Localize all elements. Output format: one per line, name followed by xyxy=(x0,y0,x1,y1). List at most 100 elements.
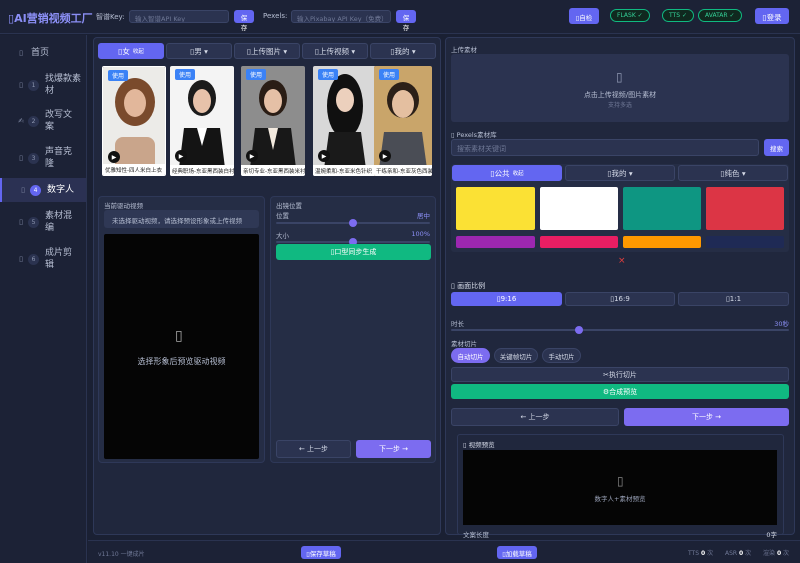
text-length-label: 文案长度 xyxy=(463,531,489,539)
avatar-card[interactable]: 使用 ▶ 优雅知性-四人米白上衣 xyxy=(102,66,166,176)
cut-mode-manual[interactable]: 手动切片 xyxy=(542,348,581,363)
sidebar-item-find[interactable]: ▯ 1 找爆款素材 xyxy=(0,72,86,98)
right-next-step-button[interactable]: 下一步 → xyxy=(624,408,789,426)
execute-cut-button[interactable]: ✂ 执行切片 xyxy=(451,367,789,382)
tab-upload-video[interactable]: ▯ 上传视频 ▾ xyxy=(302,43,368,59)
use-badge[interactable]: 使用 xyxy=(379,69,400,80)
play-icon[interactable]: ▶ xyxy=(246,150,258,162)
upload-text: 点击上传视频/图片素材 xyxy=(583,91,657,99)
tab-upload-image[interactable]: ▯ 上传图片 ▾ xyxy=(234,43,300,59)
color-swatch[interactable] xyxy=(706,187,784,230)
use-badge[interactable]: 使用 xyxy=(246,69,267,80)
driver-video-player[interactable] xyxy=(104,234,259,459)
video-placeholder-icon: ▯ xyxy=(175,328,183,344)
next-step-button[interactable]: 下一步 → xyxy=(356,440,431,458)
pexels-search-input[interactable]: 搜索素材关键词 xyxy=(451,139,759,156)
generate-lipsync-button[interactable]: ▯ 口型同步生成 xyxy=(276,244,431,260)
edit-icon: ✍ xyxy=(18,117,24,125)
play-icon[interactable]: ▶ xyxy=(175,150,187,162)
color-swatch[interactable] xyxy=(456,187,535,230)
size-label: 大小 xyxy=(276,232,289,240)
sidebar-item-voice[interactable]: ▯ 3 声音克隆 xyxy=(0,145,86,171)
avatar-card[interactable]: 使用 ▶ 温婉柔和-东亚米色针织 xyxy=(313,66,377,176)
driver-title: 当前驱动视频 xyxy=(104,202,143,210)
text-length-value: 0字 xyxy=(766,531,777,539)
scissors-icon: ▯ xyxy=(19,255,23,263)
mic-icon: ▯ xyxy=(19,154,23,162)
save-key-button[interactable]: 保存 xyxy=(234,10,254,32)
right-prev-step-button[interactable]: ← 上一步 xyxy=(451,408,619,426)
close-icon[interactable]: × xyxy=(618,256,626,266)
avatar-card[interactable]: 使用 ▶ 干练亲和-东亚灰色西装 xyxy=(374,66,432,176)
tab-public[interactable]: ▯ 公共 收起 xyxy=(452,165,562,181)
footer: v11.10 一键成片 ▯保存草稿 ▯加载草稿 TTS 0 次 ASR 0 次 … xyxy=(88,540,800,563)
sidebar-item-rewrite[interactable]: ✍ 2 改写文案 xyxy=(0,108,86,134)
cut-title: 素材切片 xyxy=(451,340,477,348)
play-icon[interactable]: ▶ xyxy=(318,150,330,162)
film-icon: ▯ xyxy=(19,218,23,226)
play-icon[interactable]: ▶ xyxy=(108,151,120,163)
search-button[interactable]: 搜索 xyxy=(764,139,789,156)
duration-slider[interactable] xyxy=(451,326,789,334)
avatar-caption: 干练亲和-东亚灰色西装 xyxy=(374,165,432,176)
sidebar-item-mix[interactable]: ▯ 5 素材混编 xyxy=(0,209,86,235)
play-icon[interactable]: ▶ xyxy=(379,150,391,162)
size-slider[interactable] xyxy=(276,238,430,246)
ratio-1-1[interactable]: ▯ 1:1 xyxy=(678,292,789,306)
tab-male[interactable]: ▯ 男 ▾ xyxy=(166,43,232,59)
avatar-caption: 亲切专业-东亚黑西装米衬衫 xyxy=(241,165,305,176)
duration-label: 时长 xyxy=(451,320,464,328)
upload-subtext: 支持多选 xyxy=(607,102,632,109)
driver-placeholder: 选择形象后预览驱动视频 xyxy=(137,357,226,366)
avatar-card[interactable]: 使用 ▶ 亲切专业-东亚黑西装米衬衫 xyxy=(241,66,305,176)
upload-dropzone[interactable] xyxy=(451,54,789,122)
save-pexels-button[interactable]: 保存 xyxy=(396,10,416,32)
save-draft-button[interactable]: ▯保存草稿 xyxy=(301,546,341,559)
tab-my-library[interactable]: ▯ 我的 ▾ xyxy=(565,165,675,181)
preview-title: ▯ 视频预览 xyxy=(463,441,495,449)
tab-solid-color[interactable]: ▯ 纯色 ▾ xyxy=(678,165,788,181)
size-value: 100% xyxy=(411,230,430,238)
sidebar-item-avatar[interactable]: ▯ 4 数字人 xyxy=(0,178,86,202)
compose-preview-button[interactable]: ⚙ 合成预览 xyxy=(451,384,789,399)
ratio-title: ▯ 画面比例 xyxy=(451,282,486,290)
position-slider-handle[interactable] xyxy=(349,219,357,227)
version-text: v11.10 一键成片 xyxy=(98,551,145,558)
position-label: 位置 xyxy=(276,212,289,220)
ratio-16-9[interactable]: ▯ 16:9 xyxy=(565,292,675,306)
cut-mode-keyframe[interactable]: 关键帧切片 xyxy=(494,348,538,363)
color-swatch[interactable] xyxy=(540,187,618,230)
avatar-caption: 经典职场-东亚黑西装白衬衫 xyxy=(170,165,234,176)
self-check-button[interactable]: ▯自检 xyxy=(569,8,599,24)
cut-mode-auto[interactable]: 自动切片 xyxy=(451,348,490,363)
tab-female[interactable]: ▯ 女收起 xyxy=(98,43,164,59)
search-icon: ▯ xyxy=(19,81,23,89)
pexels-title: ▯ Pexels素材库 xyxy=(451,131,497,139)
load-draft-button[interactable]: ▯加载草稿 xyxy=(497,546,537,559)
top-bar: ▯AI营销视频工厂 智谱Key: 输入智谱API Key 保存 Pexels: … xyxy=(0,0,800,34)
sidebar-item-home[interactable]: ▯ 首页 xyxy=(0,45,86,61)
prev-step-button[interactable]: ← 上一步 xyxy=(276,440,351,458)
avatar-card[interactable]: 使用 ▶ 经典职场-东亚黑西装白衬衫 xyxy=(170,66,234,176)
pexels-key-input[interactable]: 输入Pixabay API Key（免费） xyxy=(291,10,391,23)
api-key-input[interactable]: 输入智谱API Key xyxy=(129,10,229,23)
color-swatch[interactable] xyxy=(706,236,784,248)
login-button[interactable]: ▯登录 xyxy=(755,8,789,24)
color-swatch[interactable] xyxy=(456,236,535,248)
use-badge[interactable]: 使用 xyxy=(318,69,339,80)
use-badge[interactable]: 使用 xyxy=(108,70,129,81)
use-badge[interactable]: 使用 xyxy=(175,69,196,80)
color-swatch[interactable] xyxy=(623,187,701,230)
avatar-status-badge: AVATAR ✓ xyxy=(698,9,742,22)
home-icon: ▯ xyxy=(19,49,23,57)
color-swatch[interactable] xyxy=(540,236,618,248)
flask-status-badge: FLASK ✓ xyxy=(610,9,650,22)
position-slider[interactable] xyxy=(276,219,430,227)
output-title: 出镜位置 xyxy=(276,202,302,210)
preview-placeholder-icon: ▯ xyxy=(617,474,624,488)
color-swatch[interactable] xyxy=(623,236,701,248)
tab-mine[interactable]: ▯ 我的 ▾ xyxy=(370,43,436,59)
sidebar-item-edit[interactable]: ▯ 6 成片剪辑 xyxy=(0,246,86,272)
ratio-9-16[interactable]: ▯ 9:16 xyxy=(451,292,562,306)
tts-counter: TTS 0 次 xyxy=(688,550,714,557)
